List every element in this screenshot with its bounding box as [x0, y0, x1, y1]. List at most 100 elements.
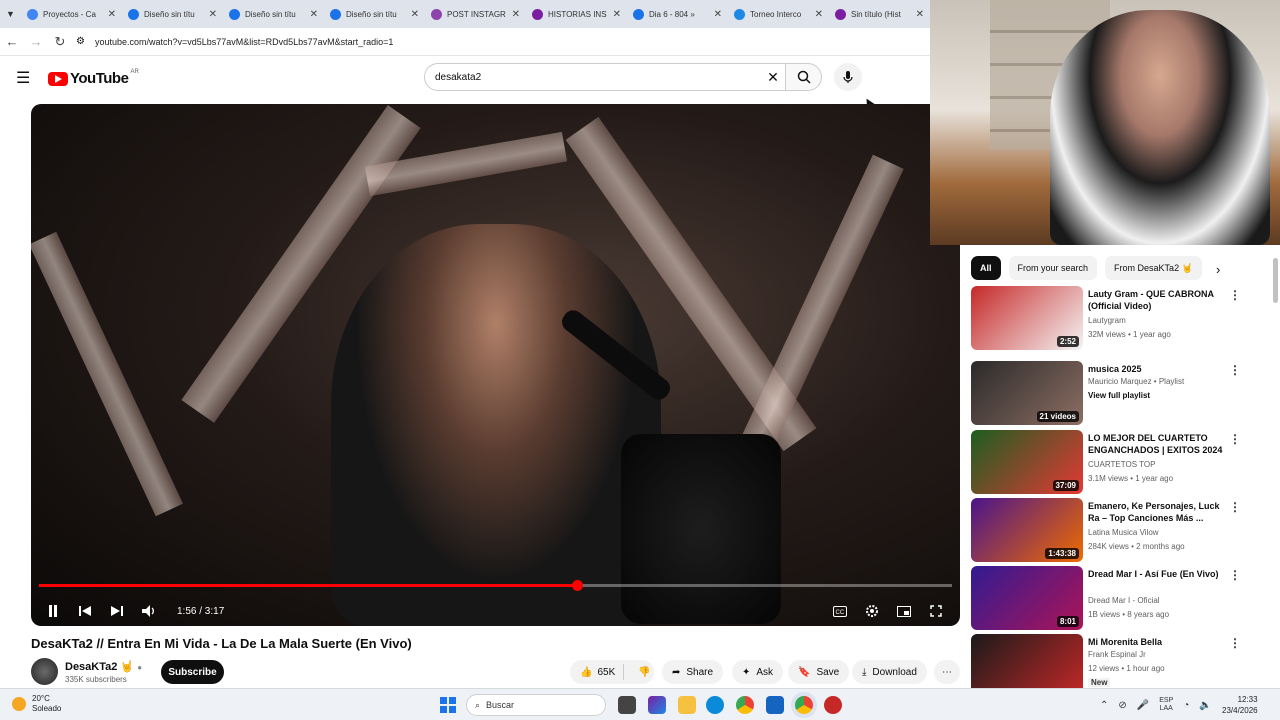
duration-badge: 2:52: [1056, 336, 1079, 347]
scrollbar[interactable]: [1271, 246, 1280, 688]
recommended-video[interactable]: 37:09 LO MEJOR DEL CUARTETO ENGANCHADOS |…: [971, 430, 1271, 494]
more-options-icon[interactable]: ⋮: [1229, 636, 1241, 650]
edge-icon[interactable]: [706, 696, 724, 714]
scrollbar-thumb[interactable]: [1273, 258, 1278, 303]
file-explorer-icon[interactable]: [678, 696, 696, 714]
browser-tab[interactable]: Diseño sin títu ✕: [122, 0, 223, 28]
ask-button[interactable]: ✦ Ask: [732, 660, 784, 684]
speaker-icon[interactable]: 🔈: [1199, 700, 1211, 711]
recommended-video[interactable]: 2:52 Lauty Gram - QUE CABRONA (Official V…: [971, 286, 1271, 350]
close-tab-icon[interactable]: ✕: [512, 9, 520, 20]
youtube-logo[interactable]: YouTube AR: [48, 69, 139, 87]
search-input[interactable]: desakata2 ✕: [424, 63, 786, 91]
video-thumbnail[interactable]: 8:01: [971, 566, 1083, 630]
chevron-up-icon[interactable]: ⌃: [1100, 700, 1108, 711]
channel-name[interactable]: DesaKTa2 🤘 ●: [65, 660, 142, 673]
like-button[interactable]: 👍 65K: [570, 664, 625, 680]
microphone-tray-icon[interactable]: 🎤: [1137, 700, 1149, 711]
video-thumbnail[interactable]: 2:52: [971, 286, 1083, 350]
wifi-icon[interactable]: ◔: [1183, 700, 1189, 711]
video-player[interactable]: 1:56 / 3:17 CC: [31, 104, 960, 626]
ask-label: Ask: [756, 666, 774, 678]
stage-light-stripe: [31, 231, 183, 517]
more-options-icon[interactable]: ⋮: [1229, 568, 1241, 582]
windows-start-icon[interactable]: [440, 697, 456, 713]
network-off-icon[interactable]: ⊘: [1118, 700, 1126, 711]
fullscreen-button[interactable]: [920, 596, 952, 626]
chrome-icon[interactable]: [736, 696, 754, 714]
save-button[interactable]: 🔖 Save: [788, 660, 850, 684]
miniplayer-button[interactable]: [888, 596, 920, 626]
url-field[interactable]: youtube.com/watch?v=vd5Lbs77avM&list=RDv…: [95, 37, 393, 47]
browser-tab[interactable]: Torneo Interco ✕: [728, 0, 829, 28]
clear-search-icon[interactable]: ✕: [761, 69, 785, 86]
subscribe-button[interactable]: Subscribe: [161, 660, 224, 684]
tab-title: POST INSTAGR: [447, 9, 506, 19]
chrome-active-icon[interactable]: [795, 696, 813, 714]
chip-from-channel[interactable]: From DesaKTa2 🤘: [1105, 256, 1202, 280]
browser-tab-strip: ▼ Proyectos - Ca ✕ Diseño sin títu ✕ Diseño …: [0, 0, 930, 28]
browser-tab[interactable]: Diseño sin títu ✕: [324, 0, 425, 28]
share-button[interactable]: ➦ Share: [662, 660, 724, 684]
close-tab-icon[interactable]: ✕: [714, 9, 722, 20]
channel-avatar[interactable]: [31, 658, 58, 685]
browser-tab[interactable]: Dia 6 - 804 » ✕: [627, 0, 728, 28]
back-button[interactable]: ←: [0, 34, 24, 49]
filter-chips: All From your search From DesaKTa2 🤘: [971, 256, 1202, 280]
chevron-right-icon[interactable]: ›: [1216, 262, 1220, 277]
clock-date: 23/4/2026: [1222, 706, 1258, 715]
browser-tab[interactable]: Diseño sin títu ✕: [223, 0, 324, 28]
volume-button[interactable]: [133, 596, 165, 626]
tab-title: HISTORIAS INS: [548, 9, 607, 19]
chip-from-your-search[interactable]: From your search: [1008, 256, 1098, 280]
voice-search-button[interactable]: [834, 63, 862, 91]
browser-tab[interactable]: HISTORIAS INS ✕: [526, 0, 627, 28]
more-actions-button[interactable]: ⋯: [934, 660, 960, 684]
tab-search-button[interactable]: ▼: [0, 0, 21, 28]
search-button[interactable]: [786, 63, 822, 91]
search-icon: ⌕: [475, 699, 481, 710]
more-options-icon[interactable]: ⋮: [1229, 500, 1241, 514]
pause-button[interactable]: [37, 596, 69, 626]
dislike-button[interactable]: 👎: [630, 667, 658, 678]
app-icon[interactable]: [824, 696, 842, 714]
recommended-video[interactable]: 1:43:38 Emanero, Ke Personajes, Luck Ra –…: [971, 498, 1271, 562]
close-tab-icon[interactable]: ✕: [613, 9, 621, 20]
close-tab-icon[interactable]: ✕: [411, 9, 419, 20]
seek-handle[interactable]: [571, 580, 583, 591]
close-tab-icon[interactable]: ✕: [209, 9, 217, 20]
more-options-icon[interactable]: ⋮: [1229, 363, 1241, 377]
close-tab-icon[interactable]: ✕: [916, 9, 924, 20]
store-icon[interactable]: [766, 696, 784, 714]
site-info-icon[interactable]: ⚙: [76, 36, 85, 47]
next-button[interactable]: [101, 596, 133, 626]
seek-bar[interactable]: [39, 580, 952, 591]
task-view-icon[interactable]: [618, 696, 636, 714]
browser-tab[interactable]: Sin título (Hist ✕: [829, 0, 930, 28]
download-button[interactable]: ⤓ Download: [852, 660, 927, 684]
recommended-video[interactable]: 21 videos musica 2025 Mauricio Marquez • P…: [971, 361, 1271, 425]
clock[interactable]: 12:33 23/4/2026: [1222, 694, 1258, 716]
close-tab-icon[interactable]: ✕: [310, 9, 318, 20]
close-tab-icon[interactable]: ✕: [108, 9, 116, 20]
reload-button[interactable]: ↻: [48, 34, 72, 50]
weather-widget[interactable]: 20°C Soleado: [12, 694, 61, 714]
more-options-icon[interactable]: ⋮: [1229, 432, 1241, 446]
previous-button[interactable]: [69, 596, 101, 626]
close-tab-icon[interactable]: ✕: [815, 9, 823, 20]
language-indicator[interactable]: ESP LAA: [1159, 697, 1173, 713]
browser-tab[interactable]: Proyectos - Ca ✕: [21, 0, 122, 28]
video-thumbnail[interactable]: 21 videos: [971, 361, 1083, 425]
browser-tab[interactable]: POST INSTAGR ✕: [425, 0, 526, 28]
forward-button[interactable]: →: [24, 34, 48, 49]
copilot-icon[interactable]: [648, 696, 666, 714]
settings-button[interactable]: [856, 596, 888, 626]
subtitles-button[interactable]: CC: [824, 596, 856, 626]
hamburger-menu-icon[interactable]: ☰: [16, 68, 32, 88]
recommended-video[interactable]: 8:01 Dread Mar I - Así Fue (En Vivo) Dread…: [971, 566, 1271, 630]
taskbar-search[interactable]: ⌕ Buscar: [466, 694, 606, 716]
chip-all[interactable]: All: [971, 256, 1001, 280]
video-thumbnail[interactable]: 37:09: [971, 430, 1083, 494]
video-thumbnail[interactable]: 1:43:38: [971, 498, 1083, 562]
more-options-icon[interactable]: ⋮: [1229, 288, 1241, 302]
